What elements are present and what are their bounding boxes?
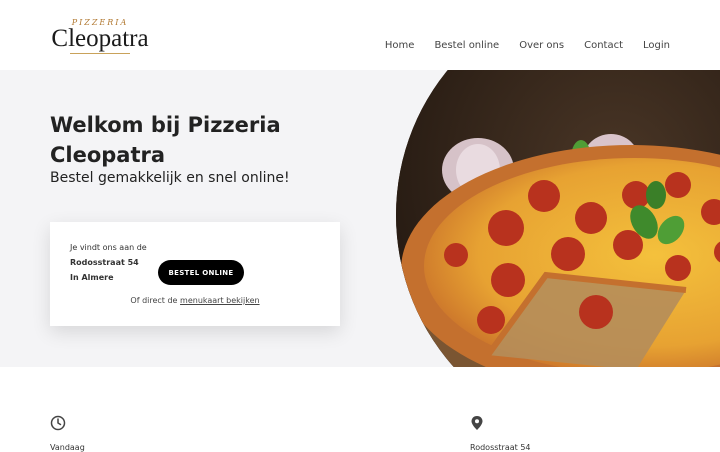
hero-subtitle: Bestel gemakkelijk en snel online! <box>50 170 290 186</box>
nav-bestel-online[interactable]: Bestel online <box>434 40 499 51</box>
logo-wordmark: Cleopatra <box>51 25 149 52</box>
nav-contact[interactable]: Contact <box>584 40 623 51</box>
hero-section: Welkom bij Pizzeria Cleopatra Bestel gem… <box>0 70 720 367</box>
hero-title: Welkom bij Pizzeria Cleopatra <box>50 113 281 167</box>
location-label: Rodosstraat 54 <box>470 443 531 452</box>
nav-home[interactable]: Home <box>385 40 415 51</box>
menu-link[interactable]: menukaart bekijken <box>180 296 260 305</box>
address-block: Je vindt ons aan de Rodosstraat 54 In Al… <box>70 240 147 285</box>
address-city: In Almere <box>70 273 114 282</box>
opening-hours-block: Vandaag <box>50 415 85 452</box>
nav-login[interactable]: Login <box>643 40 670 51</box>
logo[interactable]: PIZZERIA Cleopatra <box>51 12 149 60</box>
pizza-illustration <box>396 70 720 367</box>
main-nav: Home Bestel online Over ons Contact Logi… <box>385 40 670 51</box>
order-card: Je vindt ons aan de Rodosstraat 54 In Al… <box>50 222 340 326</box>
order-online-button[interactable]: BESTEL ONLINE <box>158 260 244 285</box>
opening-hours-label: Vandaag <box>50 443 85 452</box>
clock-icon <box>50 415 66 431</box>
pizza-image <box>396 70 720 367</box>
address-street: Rodosstraat 54 <box>70 258 139 267</box>
menu-link-line: Of direct de menukaart bekijken <box>50 296 340 305</box>
map-pin-icon <box>471 416 483 430</box>
logo-rule <box>70 53 130 54</box>
top-bar: PIZZERIA Cleopatra Home Bestel online Ov… <box>0 0 720 70</box>
address-intro: Je vindt ons aan de <box>70 243 147 252</box>
location-block: Rodosstraat 54 <box>470 415 531 452</box>
nav-over-ons[interactable]: Over ons <box>519 40 564 51</box>
menu-link-prefix: Of direct de <box>130 296 178 305</box>
